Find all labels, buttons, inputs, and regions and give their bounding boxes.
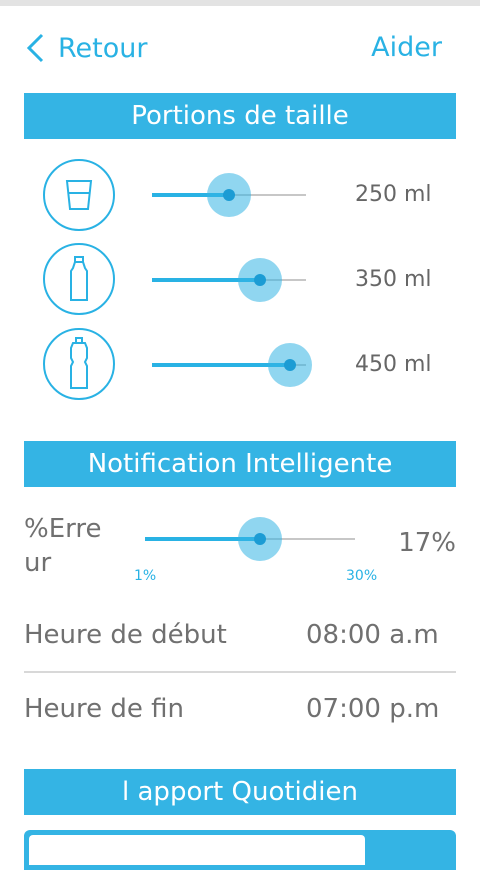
error-percent-value: 17% bbox=[398, 528, 456, 558]
bottle-icon bbox=[70, 256, 88, 301]
top-divider bbox=[0, 0, 480, 6]
error-percent-label: %Erre ur bbox=[24, 512, 101, 580]
sport-bottle-icon bbox=[70, 337, 88, 389]
back-label: Retour bbox=[58, 32, 148, 64]
back-button[interactable]: Retour bbox=[24, 28, 147, 68]
chevron-left-icon bbox=[26, 33, 44, 63]
start-time-value[interactable]: 08:00 a.m bbox=[306, 620, 439, 650]
row-divider bbox=[24, 671, 456, 673]
sport-bottle-slider-thumb-dot bbox=[284, 359, 296, 371]
sport-bottle-icon-circle[interactable] bbox=[43, 328, 115, 400]
glass-icon-circle[interactable] bbox=[43, 159, 115, 231]
section-header-portions: Portions de taille bbox=[24, 93, 456, 139]
error-slider-min-label: 1% bbox=[134, 568, 157, 584]
help-button[interactable]: Aider bbox=[371, 28, 442, 68]
glass-icon bbox=[65, 180, 93, 210]
bottle-slider-thumb-dot bbox=[254, 274, 266, 286]
section-header-notification: Notification Intelligente bbox=[24, 441, 456, 487]
bottle-icon-circle[interactable] bbox=[43, 243, 115, 315]
daily-intake-input[interactable] bbox=[29, 835, 365, 865]
bottle-volume-value: 350 ml bbox=[355, 267, 432, 292]
sport-bottle-volume-value: 450 ml bbox=[355, 352, 432, 377]
start-time-label: Heure de début bbox=[24, 620, 227, 650]
section-header-daily-intake: l apport Quotidien bbox=[24, 769, 456, 815]
glass-slider-thumb-dot bbox=[223, 189, 235, 201]
end-time-label: Heure de fin bbox=[24, 694, 185, 724]
error-label-line2: ur bbox=[24, 548, 52, 578]
error-slider-max-label: 30% bbox=[346, 568, 378, 584]
error-label-line1: %Erre bbox=[24, 514, 102, 544]
error-slider-thumb-dot bbox=[254, 533, 266, 545]
glass-volume-value: 250 ml bbox=[355, 182, 432, 207]
end-time-value[interactable]: 07:00 p.m bbox=[306, 694, 439, 724]
